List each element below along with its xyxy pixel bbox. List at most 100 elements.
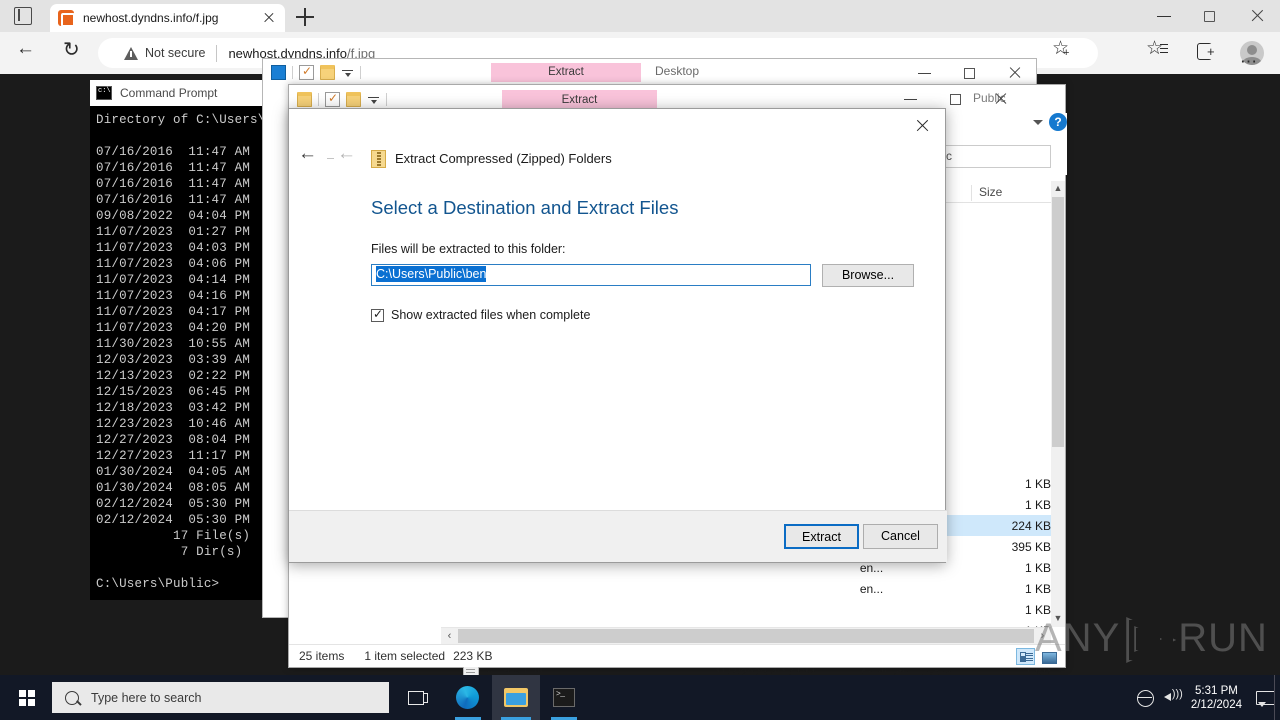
help-icon[interactable]: ? — [1049, 113, 1067, 131]
new-tab-button[interactable] — [296, 8, 314, 26]
scroll-right-icon[interactable]: › — [1034, 628, 1051, 645]
horizontal-scrollbar[interactable]: ‹ › — [441, 627, 1051, 644]
minimize-button[interactable] — [903, 59, 948, 86]
command-prompt-taskbar-button[interactable] — [540, 675, 588, 720]
zip-folder-icon — [371, 150, 386, 168]
network-icon[interactable] — [1133, 675, 1159, 720]
favorites-list-icon[interactable] — [1146, 37, 1172, 65]
extract-compressed-folders-dialog[interactable]: Extract Compressed (Zipped) Folders Sele… — [288, 108, 947, 563]
ribbon-tab-extract[interactable]: Extract — [502, 90, 657, 110]
start-button[interactable] — [4, 675, 50, 720]
maximize-button[interactable] — [1188, 0, 1234, 32]
scroll-up-icon[interactable]: ▲ — [1051, 181, 1065, 197]
browse-button[interactable]: Browse... — [822, 264, 914, 287]
divider — [386, 92, 387, 106]
command-prompt-output: Directory of C:\Users\Pu 07/16/2016 11:4… — [90, 106, 290, 592]
browser-tab[interactable]: newhost.dyndns.info/f.jpg — [50, 4, 285, 32]
search-input[interactable]: Type here to search — [52, 682, 389, 713]
show-extracted-files-checkbox-row[interactable]: Show extracted files when complete — [371, 307, 590, 322]
view-mode-buttons — [1016, 648, 1057, 665]
explorer-window-icon — [271, 65, 286, 80]
status-item-count: 25 items — [299, 649, 345, 663]
extract-button[interactable]: Extract — [784, 524, 859, 549]
chevron-down-icon[interactable] — [367, 93, 380, 106]
close-button[interactable] — [993, 59, 1038, 86]
destination-field-label: Files will be extracted to this folder: — [371, 242, 566, 256]
back-arrow-icon[interactable] — [16, 38, 40, 65]
ribbon-tab-extract[interactable]: Extract — [491, 63, 641, 82]
divider — [318, 92, 319, 106]
scrollbar-thumb[interactable] — [458, 629, 1034, 643]
quick-access-toolbar — [289, 91, 387, 107]
system-tray: 5:31 PM 2/12/2024 — [1133, 675, 1280, 720]
file-size: 1 KB — [1024, 497, 1051, 512]
large-icons-view-button[interactable] — [1038, 648, 1057, 665]
more-options-icon[interactable]: ⋯ — [1240, 52, 1258, 72]
tab-search-icon[interactable] — [14, 7, 32, 25]
close-button[interactable] — [979, 85, 1024, 112]
file-size: 1 KB — [1024, 560, 1051, 575]
explorer-desktop-titlebar: Extract Desktop — [263, 59, 1036, 86]
explorer-desktop-title: Desktop — [655, 64, 700, 78]
command-prompt-window[interactable]: Command Prompt Directory of C:\Users\Pu … — [90, 80, 290, 600]
file-size: 224 KB — [1011, 518, 1051, 533]
edge-taskbar-button[interactable] — [444, 675, 492, 720]
chevron-down-icon[interactable] — [341, 66, 354, 79]
browser-tab-strip: newhost.dyndns.info/f.jpg — [0, 0, 1280, 32]
quick-access-toolbar — [263, 64, 361, 80]
close-icon[interactable] — [261, 10, 277, 26]
dialog-footer: Extract Cancel — [289, 510, 947, 562]
file-size: 1 KB — [1024, 476, 1051, 491]
dialog-caption: Extract Compressed (Zipped) Folders — [395, 151, 612, 166]
not-secure-warning-icon — [124, 46, 138, 60]
properties-icon[interactable] — [299, 64, 314, 80]
file-explorer-taskbar-button[interactable] — [492, 675, 540, 720]
cancel-button[interactable]: Cancel — [863, 524, 938, 549]
divider — [292, 66, 293, 79]
new-folder-icon[interactable] — [320, 65, 335, 80]
volume-icon[interactable] — [1159, 675, 1185, 720]
table-row[interactable]: 1 KB — [441, 599, 1051, 620]
divider — [360, 66, 361, 79]
divider — [327, 158, 334, 160]
minimize-button[interactable] — [1142, 0, 1188, 32]
tab-favicon-icon — [58, 10, 75, 27]
status-selected-count: 1 item selected — [364, 649, 446, 663]
taskbar: Type here to search 5:31 PM 2/12/2024 — [0, 675, 1280, 720]
show-extracted-files-checkbox[interactable] — [371, 307, 384, 322]
folder-icon[interactable] — [297, 91, 312, 107]
show-desktop-button[interactable] — [1274, 675, 1280, 720]
back-arrow-icon[interactable] — [298, 143, 322, 171]
details-view-button[interactable] — [1016, 648, 1035, 665]
scroll-down-icon[interactable]: ▼ — [1051, 611, 1065, 627]
file-size: 1 KB — [1024, 581, 1051, 596]
clock[interactable]: 5:31 PM 2/12/2024 — [1191, 684, 1242, 712]
collections-icon[interactable] — [1196, 41, 1220, 65]
clock-date: 2/12/2024 — [1190, 698, 1242, 711]
star-plus-icon[interactable] — [1052, 37, 1076, 65]
command-prompt-titlebar: Command Prompt — [90, 80, 290, 106]
dialog-heading: Select a Destination and Extract Files — [371, 197, 679, 218]
destination-path-input[interactable]: C:\Users\Public\ben — [371, 264, 811, 286]
table-row[interactable]: en... 1 KB — [441, 578, 1051, 599]
column-header-size[interactable]: Size — [971, 185, 1041, 201]
file-size: 1 KB — [1024, 602, 1051, 617]
status-selected-size: 223 KB — [453, 649, 493, 663]
task-view-button[interactable] — [394, 675, 442, 720]
vertical-scrollbar[interactable]: ▲ ▼ — [1051, 181, 1065, 627]
properties-icon[interactable] — [325, 91, 340, 107]
scroll-left-icon[interactable]: ‹ — [441, 628, 458, 645]
maximize-button[interactable] — [948, 59, 993, 86]
browser-tab-title: newhost.dyndns.info/f.jpg — [83, 11, 219, 25]
close-button[interactable] — [899, 109, 945, 143]
forward-arrow-icon — [337, 143, 361, 171]
close-button[interactable] — [1234, 0, 1280, 32]
new-folder-icon[interactable] — [346, 91, 361, 107]
clock-time: 5:31 PM — [1195, 684, 1238, 697]
file-size: 395 KB — [1011, 539, 1051, 554]
command-prompt-icon — [96, 86, 112, 100]
chevron-down-icon[interactable] — [1031, 115, 1045, 129]
file-type: en... — [859, 581, 884, 596]
scrollbar-thumb[interactable] — [1052, 197, 1064, 447]
reload-icon[interactable] — [62, 37, 86, 65]
